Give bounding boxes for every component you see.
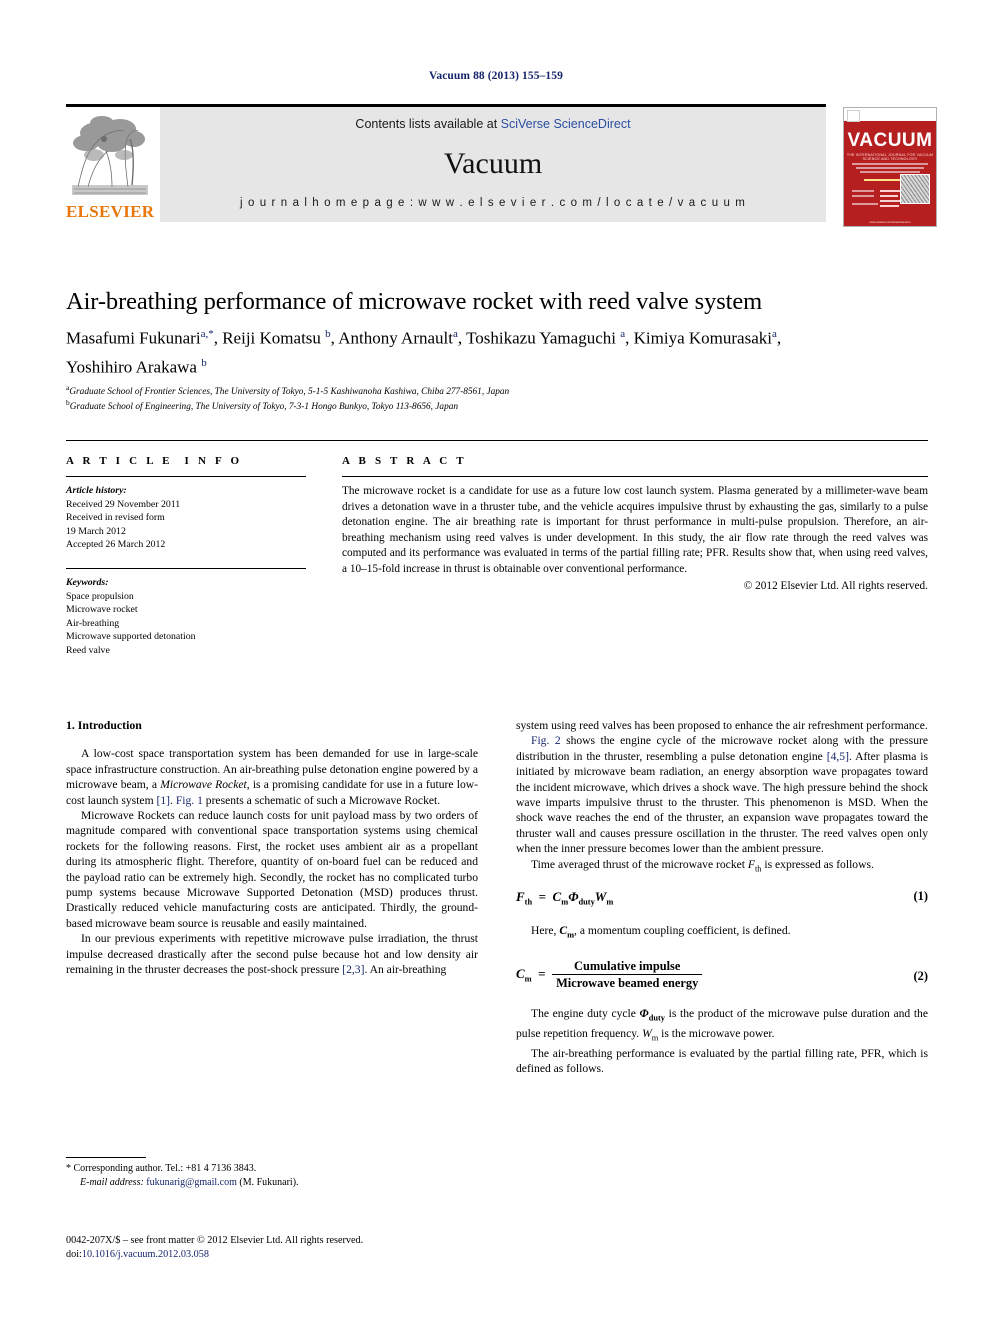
doi-label: doi: bbox=[66, 1249, 82, 1260]
body-column-left: 1. Introduction A low-cost space transpo… bbox=[66, 718, 478, 978]
journal-homepage: j o u r n a l h o m e p a g e : w w w . … bbox=[240, 197, 746, 209]
article-history-label: Article history: bbox=[66, 485, 127, 496]
paper-page: Vacuum 88 (2013) 155–159 ELSEVIER Conten… bbox=[0, 0, 992, 1323]
cover-title: VACUUM bbox=[847, 130, 933, 151]
paragraph: system using reed valves has been propos… bbox=[516, 719, 928, 732]
figure-ref-1: Fig. 1 bbox=[175, 793, 203, 807]
footnote-block: * Corresponding author. Tel.: +81 4 7136… bbox=[66, 1162, 478, 1190]
cover-text-line bbox=[860, 171, 920, 173]
article-info-heading: A R T I C L E I N F O bbox=[66, 455, 243, 467]
contents-prefix: Contents lists available at bbox=[355, 117, 501, 131]
keyword-item: Space propulsion bbox=[66, 590, 134, 602]
body-column-right: system using reed valves has been propos… bbox=[516, 718, 928, 1076]
paragraph: The engine duty cycle Φduty is the produ… bbox=[516, 1007, 929, 1043]
sciencedirect-link[interactable]: SciVerse ScienceDirect bbox=[501, 117, 631, 131]
cover-text-line bbox=[852, 163, 928, 165]
section-heading-introduction: 1. Introduction bbox=[66, 718, 142, 732]
article-info-rule bbox=[66, 476, 306, 477]
history-item: Accepted 26 March 2012 bbox=[66, 539, 166, 551]
keyword-item: Microwave supported detonation bbox=[66, 631, 196, 643]
history-item: Received 29 November 2011 bbox=[66, 498, 181, 510]
frontmatter-line: 0042-207X/$ – see front matter © 2012 El… bbox=[66, 1235, 364, 1246]
equation-2-fraction: Cumulative impulse Microwave beamed energ… bbox=[552, 959, 703, 990]
paragraph: Microwave Rockets can reduce launch cost… bbox=[66, 809, 478, 930]
journal-masthead: ELSEVIER Contents lists available at Sci… bbox=[66, 107, 826, 222]
author-list: Masafumi Fukunaria,*, Reiji Komatsu b, A… bbox=[66, 322, 928, 379]
cover-subtitle: THE INTERNATIONAL JOURNAL FOR VACUUM SCI… bbox=[846, 153, 934, 161]
citation-2-3[interactable]: [2,3] bbox=[342, 963, 364, 976]
footnote-rule bbox=[66, 1157, 146, 1158]
corresponding-author-note: * Corresponding author. Tel.: +81 4 7136… bbox=[66, 1163, 257, 1174]
equation-2-body: Cm = Cumulative impulse Microwave beamed … bbox=[516, 959, 703, 990]
article-info-column: A R T I C L E I N F O Article history: R… bbox=[66, 455, 306, 658]
email-label: E-mail address: bbox=[80, 1177, 144, 1188]
running-head: Vacuum 88 (2013) 155–159 bbox=[429, 70, 563, 82]
contents-available-line: Contents lists available at SciVerse Sci… bbox=[160, 117, 826, 131]
paragraph: The air-breathing performance is evaluat… bbox=[516, 1046, 928, 1075]
paragraph: In our previous experiments with repetit… bbox=[66, 932, 478, 977]
cover-editor-line bbox=[852, 190, 874, 192]
history-item: 19 March 2012 bbox=[66, 525, 126, 537]
cover-editor-line bbox=[852, 203, 878, 205]
info-band-top-rule bbox=[66, 440, 928, 441]
elsevier-wordmark: ELSEVIER bbox=[66, 202, 155, 221]
history-item: Received in revised form bbox=[66, 512, 165, 524]
elsevier-logo: ELSEVIER bbox=[66, 107, 154, 222]
equation-2-numerator: Cumulative impulse bbox=[574, 959, 681, 974]
doi-link[interactable]: 10.1016/j.vacuum.2012.03.058 bbox=[82, 1249, 209, 1260]
email-owner: (M. Fukunari). bbox=[239, 1177, 299, 1188]
keyword-item: Reed valve bbox=[66, 644, 110, 656]
doi-line: doi:10.1016/j.vacuum.2012.03.058 bbox=[66, 1248, 546, 1262]
equation-2-number: (2) bbox=[913, 969, 928, 984]
email-link[interactable]: fukunarig@gmail.com bbox=[146, 1177, 237, 1188]
citation-4-5[interactable]: [4,5] bbox=[827, 750, 849, 763]
cover-micrograph-image bbox=[900, 174, 930, 204]
equation-1-body: Fth = CmΦdutyWm bbox=[516, 889, 614, 907]
affiliation-b: bGraduate School of Engineering, The Uni… bbox=[66, 398, 459, 413]
keyword-item: Microwave rocket bbox=[66, 604, 138, 616]
figure-ref-2: Fig. 2 bbox=[531, 734, 561, 748]
equation-1: Fth = CmΦdutyWm (1) bbox=[516, 889, 928, 910]
journal-title: Vacuum bbox=[443, 147, 543, 180]
journal-cover-thumbnail: VACUUM THE INTERNATIONAL JOURNAL FOR VAC… bbox=[843, 107, 937, 227]
cover-text-line bbox=[856, 167, 924, 169]
keywords-block: Keywords: Space propulsion Microwave roc… bbox=[66, 576, 306, 658]
masthead-banner: Contents lists available at SciVerse Sci… bbox=[160, 107, 826, 222]
abstract-copyright: © 2012 Elsevier Ltd. All rights reserved… bbox=[743, 579, 928, 592]
keywords-label: Keywords: bbox=[66, 576, 109, 588]
abstract-text: The microwave rocket is a candidate for … bbox=[342, 485, 928, 575]
paragraph: Fig. 2 shows the engine cycle of the mic… bbox=[516, 734, 928, 856]
cover-footer-url: www.elsevier.com/locate/vacuum bbox=[869, 220, 911, 224]
citation-1[interactable]: [1] bbox=[156, 794, 170, 807]
cover-editor-line bbox=[852, 195, 874, 197]
cover-editor-name bbox=[880, 205, 899, 207]
cover-editor-name bbox=[880, 200, 902, 202]
paragraph: Here, Cm, a momentum coupling coefficien… bbox=[531, 924, 791, 940]
cover-elsevier-mini-logo bbox=[847, 109, 860, 122]
cover-editor-name bbox=[880, 190, 900, 192]
equation-2-denominator: Microwave beamed energy bbox=[552, 974, 703, 990]
elsevier-tree-icon bbox=[68, 109, 152, 201]
keywords-rule bbox=[66, 567, 306, 569]
equation-2: Cm = Cumulative impulse Microwave beamed … bbox=[516, 959, 928, 990]
cover-editor-name bbox=[880, 195, 898, 197]
author-line-2: Yoshihiro Arakawa b bbox=[66, 356, 207, 377]
abstract-column: A B S T R A C T The microwave rocket is … bbox=[342, 455, 928, 592]
paragraph: A low-cost space transportation system h… bbox=[66, 747, 478, 807]
article-history-block: Article history: Received 29 November 20… bbox=[66, 484, 306, 552]
abstract-heading: A B S T R A C T bbox=[342, 455, 467, 467]
frontmatter-block: 0042-207X/$ – see front matter © 2012 El… bbox=[66, 1234, 546, 1262]
affiliation-b-text: Graduate School of Engineering, The Univ… bbox=[69, 402, 459, 413]
paragraph: Time averaged thrust of the microwave ro… bbox=[531, 857, 874, 873]
author-line-1: Masafumi Fukunaria,*, Reiji Komatsu b, A… bbox=[66, 328, 782, 348]
email-note: E-mail address: fukunarig@gmail.com (M. … bbox=[66, 1176, 478, 1190]
page-title: Air-breathing performance of microwave r… bbox=[66, 288, 763, 315]
keyword-item: Air-breathing bbox=[66, 617, 120, 629]
equation-1-number: (1) bbox=[913, 889, 928, 904]
abstract-rule bbox=[342, 476, 928, 477]
